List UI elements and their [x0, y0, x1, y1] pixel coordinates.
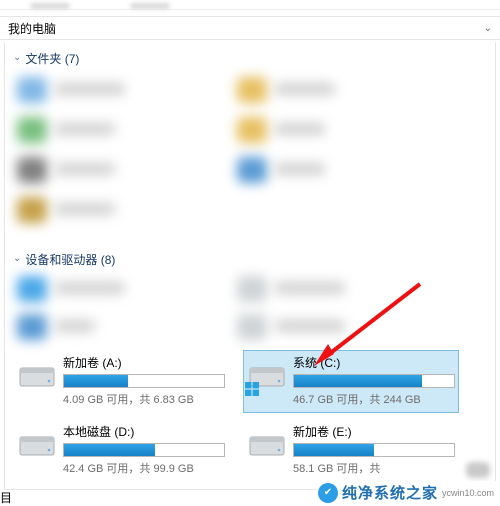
drive-meta: 46.7 GB 可用，共 244 GB: [293, 391, 455, 407]
drive-title: 本地磁盘 (D:): [63, 423, 225, 440]
drive-title: 新加卷 (E:): [293, 423, 455, 440]
stray-char: 目: [0, 489, 12, 506]
collapse-icon: ⌄: [13, 52, 21, 63]
capacity-fill: [64, 375, 128, 387]
watermark-brand: 纯净系统之家: [342, 482, 438, 503]
capacity-fill: [64, 444, 155, 456]
drive-title: 新加卷 (A:): [63, 354, 225, 371]
watermark: ✔ 纯净系统之家 ycwin10.com: [316, 481, 496, 504]
windows-logo-icon: [245, 382, 259, 396]
folders-area-blurred: [13, 73, 487, 233]
devices-area-blurred: [13, 274, 487, 346]
explorer-content: ⌄ 文件夹 (7) ⌄ 设备和驱动器 (8): [4, 42, 496, 490]
toolbar-blur: [0, 0, 500, 10]
drive-c[interactable]: 系统 (C:) 46.7 GB 可用，共 244 GB: [243, 350, 459, 413]
capacity-fill: [294, 444, 374, 456]
section-label-folders: 文件夹 (7): [25, 50, 79, 67]
capacity-fill: [294, 375, 422, 387]
breadcrumb[interactable]: 我的电脑: [8, 20, 56, 37]
capacity-bar: [63, 374, 225, 388]
drive-a[interactable]: 新加卷 (A:) 4.09 GB 可用，共 6.83 GB: [13, 350, 229, 413]
section-header-folders[interactable]: ⌄ 文件夹 (7): [5, 42, 495, 73]
capacity-bar: [63, 443, 225, 457]
drive-icon: [17, 423, 57, 463]
drive-d[interactable]: 本地磁盘 (D:) 42.4 GB 可用，共 99.9 GB: [13, 419, 229, 482]
capacity-bar: [293, 374, 455, 388]
drive-e[interactable]: 新加卷 (E:) 58.1 GB 可用，共: [243, 419, 459, 482]
drive-meta: 42.4 GB 可用，共 99.9 GB: [63, 460, 225, 476]
section-label-devices: 设备和驱动器 (8): [25, 251, 115, 268]
collapse-icon: ⌄: [13, 253, 21, 264]
drive-icon: [247, 423, 287, 463]
watermark-logo-icon: ✔: [318, 483, 338, 503]
drive-meta: 58.1 GB 可用，共: [293, 460, 455, 476]
capacity-bar: [293, 443, 455, 457]
chevron-down-icon[interactable]: ⌄: [484, 23, 492, 34]
watermark-url: ycwin10.com: [442, 488, 494, 498]
drive-meta: 4.09 GB 可用，共 6.83 GB: [63, 391, 225, 407]
drive-title: 系统 (C:): [293, 354, 455, 371]
drive-icon: [17, 354, 57, 394]
drive-icon: [247, 354, 287, 394]
drives-grid: 新加卷 (A:) 4.09 GB 可用，共 6.83 GB: [5, 350, 495, 482]
location-bar[interactable]: 我的电脑 ⌄: [0, 16, 500, 40]
section-header-devices[interactable]: ⌄ 设备和驱动器 (8): [5, 243, 495, 274]
settings-blur: [466, 462, 490, 478]
